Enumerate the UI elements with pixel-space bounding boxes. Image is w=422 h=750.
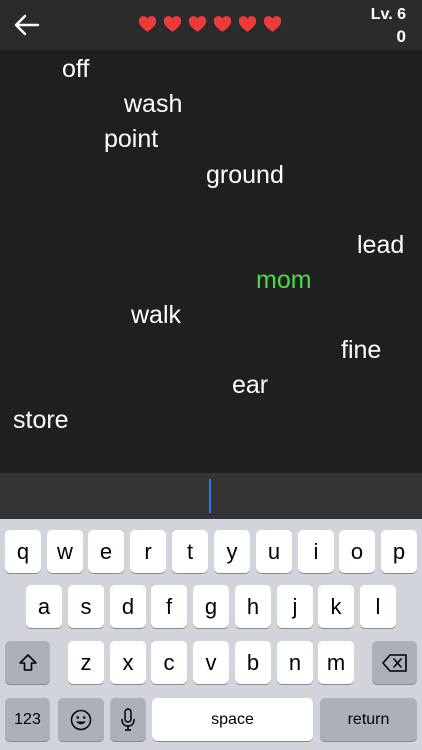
- key-z[interactable]: z: [68, 641, 104, 684]
- falling-word: wash: [124, 90, 183, 118]
- key-c[interactable]: c: [151, 641, 187, 684]
- falling-word: point: [104, 125, 159, 153]
- heart-icon: [188, 16, 207, 32]
- key-b[interactable]: b: [235, 641, 271, 684]
- header-bar: Lv. 6 0: [0, 0, 422, 50]
- key-g[interactable]: g: [193, 585, 229, 628]
- falling-word-active: mom: [256, 266, 312, 294]
- key-h[interactable]: h: [235, 585, 271, 628]
- falling-word: off: [62, 55, 90, 83]
- key-f[interactable]: f: [151, 585, 187, 628]
- falling-word: walk: [131, 301, 182, 329]
- falling-word: ground: [206, 161, 284, 189]
- numbers-key[interactable]: 123: [5, 698, 50, 741]
- heart-icon: [213, 16, 232, 32]
- score-value: 0: [396, 27, 406, 46]
- key-v[interactable]: v: [193, 641, 229, 684]
- emoji-icon: [70, 709, 92, 730]
- heart-icon: [263, 16, 282, 32]
- microphone-icon: [121, 707, 135, 731]
- key-n[interactable]: n: [277, 641, 313, 684]
- key-e[interactable]: e: [88, 530, 124, 573]
- falling-word: lead: [357, 231, 405, 259]
- heart-icon: [238, 16, 257, 32]
- back-button[interactable]: [10, 8, 44, 42]
- key-x[interactable]: x: [110, 641, 146, 684]
- key-a[interactable]: a: [26, 585, 62, 628]
- key-k[interactable]: k: [318, 585, 354, 628]
- heart-icon: [163, 16, 182, 32]
- on-screen-keyboard: q w e r t y u i o p a s d f g h j k l z …: [0, 519, 422, 750]
- play-area: off wash point ground lead mom walk fine…: [0, 50, 422, 473]
- key-s[interactable]: s: [68, 585, 104, 628]
- space-key[interactable]: space: [152, 698, 313, 741]
- shift-icon: [18, 653, 37, 671]
- emoji-key[interactable]: [58, 698, 104, 741]
- level-label: Lv. 6: [370, 6, 406, 23]
- key-r[interactable]: r: [130, 530, 166, 573]
- return-key[interactable]: return: [320, 698, 417, 741]
- key-i[interactable]: i: [298, 530, 334, 573]
- key-p[interactable]: p: [381, 530, 417, 573]
- key-o[interactable]: o: [339, 530, 375, 573]
- falling-word: fine: [341, 336, 382, 364]
- word-input[interactable]: [0, 473, 422, 519]
- key-q[interactable]: q: [5, 530, 41, 573]
- backspace-key[interactable]: [372, 641, 417, 684]
- key-w[interactable]: w: [47, 530, 83, 573]
- lives-indicator: [138, 15, 282, 33]
- game-screen: Lv. 6 0 off wash point ground lead mom w…: [0, 0, 422, 750]
- falling-word: store: [13, 406, 69, 434]
- shift-key[interactable]: [5, 641, 50, 684]
- key-u[interactable]: u: [256, 530, 292, 573]
- key-t[interactable]: t: [172, 530, 208, 573]
- back-arrow-icon: [14, 14, 40, 36]
- backspace-icon: [381, 653, 407, 672]
- key-j[interactable]: j: [277, 585, 313, 628]
- key-y[interactable]: y: [214, 530, 250, 573]
- microphone-key[interactable]: [110, 698, 146, 741]
- key-d[interactable]: d: [110, 585, 146, 628]
- heart-icon: [138, 16, 157, 32]
- key-l[interactable]: l: [360, 585, 396, 628]
- text-caret: [209, 479, 211, 513]
- falling-word: ear: [232, 371, 269, 399]
- input-bar: [0, 473, 422, 519]
- key-m[interactable]: m: [318, 641, 354, 684]
